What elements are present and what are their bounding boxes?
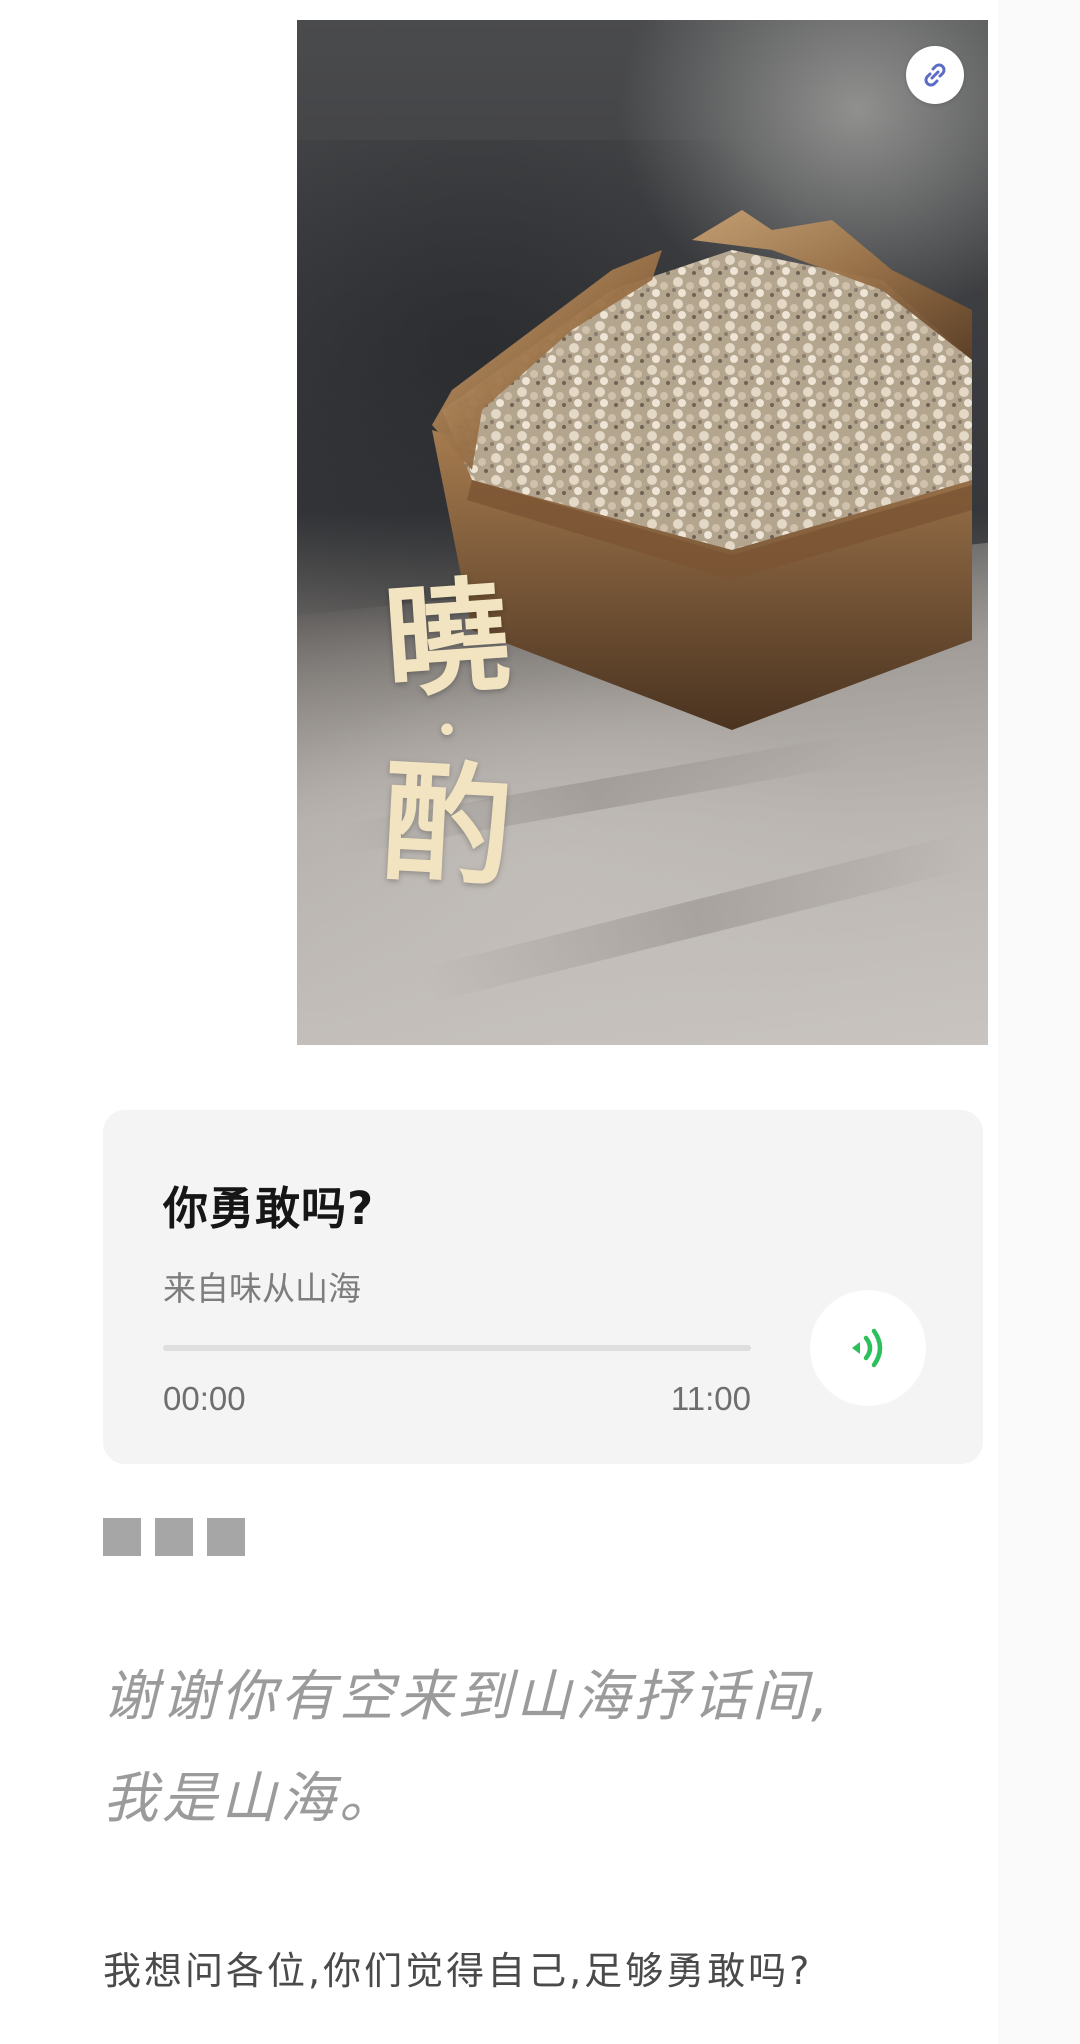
audio-total-time: 11:00 (670, 1380, 751, 1417)
cover-image[interactable]: 曉 · 酌 (297, 20, 988, 1045)
question-paragraph: 我想问各位,你们觉得自己,足够勇敢吗? (103, 1949, 813, 1993)
intro-line: 我是山海。 (103, 1766, 399, 1830)
cover-calligraphy-title: 曉 · 酌 (362, 563, 532, 904)
link-icon (924, 63, 946, 87)
link-badge[interactable] (906, 46, 964, 104)
audio-progress-bar[interactable] (163, 1345, 751, 1351)
audio-player-card[interactable]: 你勇敢吗? 来自味从山海 00:00 11:00 (103, 1110, 983, 1464)
separator-square (103, 1518, 141, 1556)
intro-text: 谢谢你有空来到山海抒话间, 我是山海。 (103, 1645, 983, 1849)
section-separator (103, 1518, 245, 1556)
calligraphy-second-char: 酌 (378, 744, 516, 905)
intro-line: 谢谢你有空来到山海抒话间, (103, 1664, 833, 1728)
audio-title: 你勇敢吗? (163, 1182, 375, 1235)
separator-square (207, 1518, 245, 1556)
audio-current-time: 00:00 (163, 1380, 246, 1417)
sound-wave-icon (852, 1328, 883, 1368)
calligraphy-first-char: 曉 (380, 562, 514, 717)
separator-square (155, 1518, 193, 1556)
audio-play-button[interactable] (810, 1290, 926, 1406)
page-right-margin (998, 0, 1080, 2044)
audio-source: 来自味从山海 (163, 1269, 361, 1308)
